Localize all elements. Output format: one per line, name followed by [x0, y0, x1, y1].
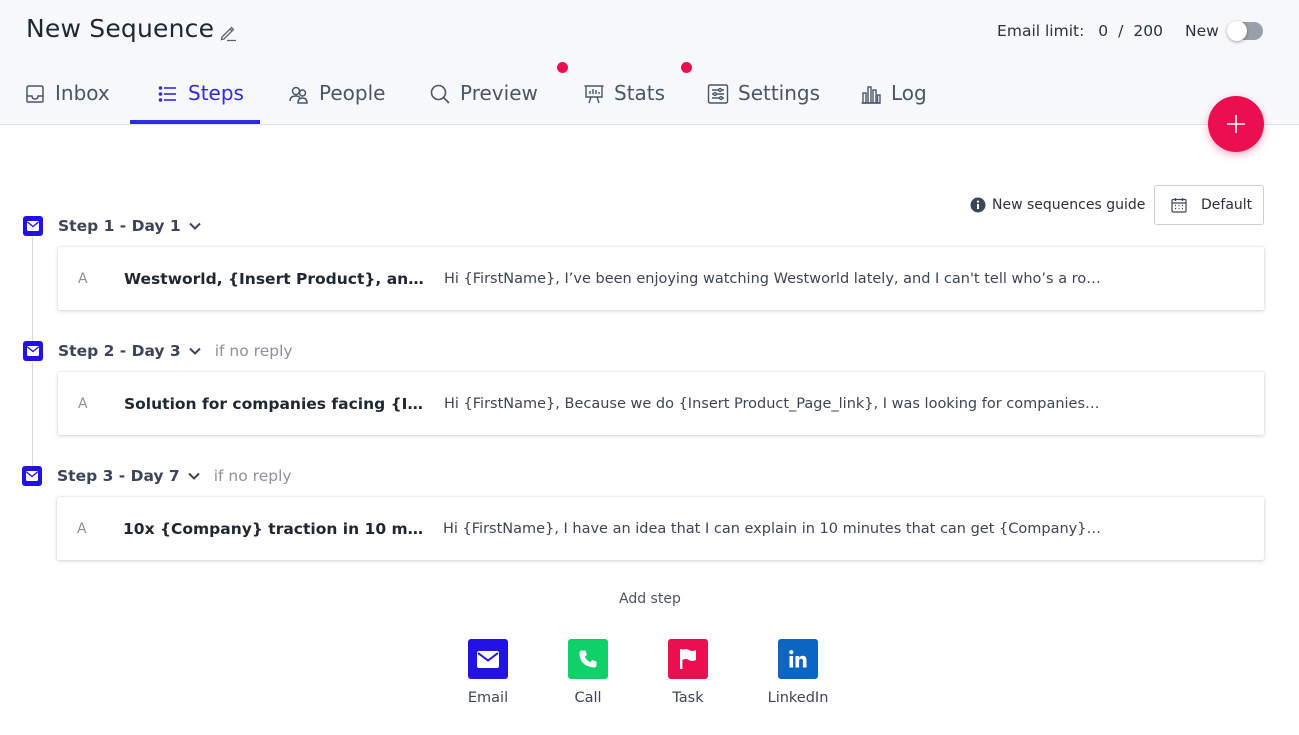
chevron-down-icon[interactable]: [189, 222, 201, 230]
top-header: New Sequence Email limit: 0 / 200 New In…: [0, 0, 1299, 125]
task-option-label: Task: [672, 690, 704, 706]
add-email-step-button[interactable]: Email: [448, 639, 528, 706]
tab-preview[interactable]: Preview: [429, 74, 538, 125]
new-toggle-label: New: [1185, 22, 1219, 40]
step-condition: if no reply: [214, 342, 293, 360]
add-button[interactable]: [1208, 96, 1264, 152]
flag-icon: [680, 649, 696, 669]
step-header: Step 3 - Day 7 if no reply: [22, 466, 292, 486]
step-condition: if no reply: [213, 467, 292, 485]
email-option-label: Email: [467, 690, 509, 706]
add-call-step-button[interactable]: Call: [548, 639, 628, 706]
email-step-icon: [23, 216, 43, 236]
email-limit-used: 0: [1098, 22, 1109, 40]
envelope-icon: [26, 471, 38, 481]
email-preview: Hi {FirstName}, I’ve been enjoying watch…: [444, 270, 1104, 287]
tab-stats-label: Stats: [614, 81, 666, 105]
variant-label: A: [78, 395, 88, 412]
email-preview: Hi {FirstName}, Because we do {Insert Pr…: [444, 395, 1104, 412]
preview-notification-dot: [557, 62, 568, 73]
step-connector-line: [32, 362, 33, 470]
variant-label: A: [78, 270, 88, 287]
tab-stats[interactable]: Stats: [583, 74, 665, 125]
envelope-icon: [27, 346, 39, 356]
tab-people[interactable]: People: [288, 74, 385, 125]
email-limit-label: Email limit:: [997, 22, 1085, 40]
tab-settings[interactable]: Settings: [707, 74, 820, 125]
guide-label: New sequences guide: [992, 197, 1146, 213]
email-step-card[interactable]: A Solution for companies facing {Insert.…: [58, 372, 1264, 435]
phone-icon: [579, 650, 597, 668]
envelope-icon: [27, 221, 39, 231]
chevron-down-icon[interactable]: [188, 472, 200, 480]
task-option-tile: [668, 639, 708, 679]
toggle-knob: [1227, 21, 1247, 41]
tab-inbox-label: Inbox: [55, 81, 110, 105]
tab-settings-label: Settings: [738, 81, 821, 105]
email-preview: Hi {FirstName}, I have an idea that I ca…: [443, 520, 1103, 537]
plus-icon: [1227, 115, 1245, 133]
email-step-icon: [22, 466, 42, 486]
step-connector-line: [32, 237, 33, 347]
call-option-tile: [568, 639, 608, 679]
email-limit: Email limit: 0 / 200: [997, 22, 1163, 40]
add-step-label: Add step: [619, 591, 681, 607]
linkedin-icon: [789, 650, 807, 668]
inbox-icon: [26, 85, 44, 103]
default-label: Default: [1201, 197, 1253, 213]
email-subject: 10x {Company} traction in 10 minutes: [123, 519, 425, 538]
email-limit-separator: /: [1118, 22, 1124, 40]
email-step-card[interactable]: A 10x {Company} traction in 10 minutes H…: [57, 497, 1264, 560]
people-icon: [289, 86, 308, 104]
linkedin-option-tile: [778, 639, 818, 679]
presentation-chart-icon: [584, 85, 604, 104]
email-step-card[interactable]: A Westworld, {Insert Product}, and {Ins.…: [58, 247, 1264, 310]
search-icon: [430, 84, 450, 104]
tab-steps-label: Steps: [188, 81, 244, 105]
tab-log[interactable]: Log: [860, 74, 927, 125]
email-step-icon: [23, 341, 43, 361]
stats-notification-dot: [681, 62, 692, 73]
sliders-icon: [707, 84, 729, 104]
calendar-icon: [1171, 198, 1187, 213]
page-title: New Sequence: [26, 14, 215, 43]
info-icon: [970, 197, 986, 213]
list-icon: [158, 86, 176, 102]
step-header: Step 2 - Day 3 if no reply: [23, 341, 293, 361]
variant-label: A: [77, 520, 87, 537]
email-option-tile: [468, 639, 508, 679]
new-toggle[interactable]: [1227, 21, 1263, 41]
tab-preview-label: Preview: [460, 81, 538, 105]
envelope-icon: [477, 650, 499, 668]
add-linkedin-step-button[interactable]: LinkedIn: [758, 639, 838, 706]
linkedin-option-label: LinkedIn: [767, 690, 829, 706]
email-subject: Solution for companies facing {Insert...: [124, 394, 426, 413]
schedule-default-button[interactable]: Default: [1154, 185, 1264, 225]
email-subject: Westworld, {Insert Product}, and {Ins...: [124, 269, 426, 288]
add-task-step-button[interactable]: Task: [648, 639, 728, 706]
tab-steps[interactable]: Steps: [130, 74, 260, 125]
step-label: Step 2 - Day 3: [58, 342, 181, 360]
tab-people-label: People: [319, 81, 386, 105]
tab-inbox[interactable]: Inbox: [24, 74, 110, 125]
tab-log-label: Log: [891, 81, 927, 105]
new-sequences-guide-link[interactable]: New sequences guide: [970, 197, 1145, 213]
chevron-down-icon[interactable]: [189, 347, 201, 355]
pencil-icon[interactable]: [218, 22, 238, 42]
bar-chart-icon: [861, 86, 881, 104]
call-option-label: Call: [574, 690, 602, 706]
step-label: Step 3 - Day 7: [57, 467, 180, 485]
step-header: Step 1 - Day 1: [23, 216, 201, 236]
email-limit-max: 200: [1133, 22, 1163, 40]
step-label: Step 1 - Day 1: [58, 217, 181, 235]
